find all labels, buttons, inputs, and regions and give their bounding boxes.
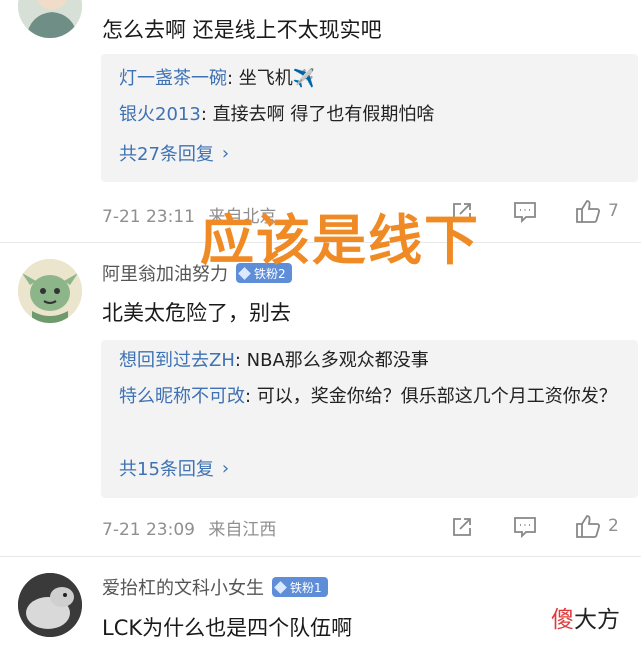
comment-icon	[514, 202, 536, 224]
username[interactable]: 爱抬杠的文科小女生	[102, 574, 264, 600]
like-button[interactable]: 2	[574, 513, 619, 539]
comment-meta: 7-21 23:09 来自江西	[102, 515, 276, 540]
fan-badge-label: 铁粉1	[290, 580, 322, 595]
avatar[interactable]	[18, 573, 82, 637]
reply-separator: :	[227, 68, 239, 89]
fan-badge: 铁粉1	[272, 577, 328, 597]
reply-text: NBA那么多观众都没事	[246, 350, 429, 371]
comment-time: 7-21 23:11	[102, 207, 195, 227]
avatar[interactable]	[18, 259, 82, 323]
comment-2: 阿里翁加油努力 铁粉2 北美太危险了，别去 想回到过去ZH: NBA那么多观众都…	[0, 243, 641, 555]
thumbs-up-icon	[576, 515, 601, 538]
chevron-right-icon: ›	[221, 457, 230, 479]
overlay-caption: 应该是线下	[200, 209, 480, 272]
comment-icon	[514, 517, 536, 539]
reply-button[interactable]	[512, 200, 538, 224]
reply-box[interactable]: 灯一盏茶一碗: 坐飞机✈️ 银火2013: 直接去啊 得了也有假期怕啥 共27条…	[101, 54, 638, 182]
reply-text: 坐飞机✈️	[238, 68, 316, 89]
reply-username[interactable]: 灯一盏茶一碗	[119, 68, 227, 89]
comment-text: 北美太危险了，别去	[102, 301, 291, 325]
reply-separator: :	[245, 386, 257, 407]
avatar[interactable]	[18, 0, 82, 38]
like-count: 7	[608, 201, 619, 221]
reply-separator: :	[200, 104, 213, 125]
comment-time: 7-21 23:09	[102, 520, 195, 540]
share-icon	[453, 518, 471, 536]
reply-box[interactable]: 想回到过去ZH: NBA那么多观众都没事 特么昵称不可改: 可以，奖金你给？俱乐…	[101, 340, 638, 498]
reply-item[interactable]: 特么昵称不可改: 可以，奖金你给？俱乐部这几个月工资你发？	[119, 382, 624, 412]
reply-username[interactable]: 想回到过去ZH	[119, 350, 235, 371]
more-replies-label[interactable]: 共15条回复	[119, 455, 214, 481]
more-replies-link[interactable]: 共15条回复 ›	[119, 455, 229, 481]
username-row: 爱抬杠的文科小女生 铁粉1	[102, 574, 328, 600]
watermark: 傻大方	[551, 600, 620, 634]
reply-button[interactable]	[512, 515, 538, 539]
watermark-rest: 大方	[574, 607, 620, 633]
chevron-right-icon: ›	[221, 142, 230, 164]
reply-separator: :	[234, 350, 247, 371]
like-button[interactable]: 7	[574, 198, 619, 224]
comment-3: 爱抬杠的文科小女生 铁粉1 LCK为什么也是四个队伍啊	[0, 557, 641, 655]
comment-text: LCK为什么也是四个队伍啊	[102, 616, 353, 640]
reply-username[interactable]: 银火2013	[119, 104, 201, 125]
reply-item[interactable]: 银火2013: 直接去啊 得了也有假期怕啥	[119, 100, 624, 130]
diamond-icon	[274, 580, 287, 594]
reply-item[interactable]: 想回到过去ZH: NBA那么多观众都没事	[119, 346, 624, 376]
like-count: 2	[608, 516, 619, 536]
more-replies-label[interactable]: 共27条回复	[119, 140, 214, 166]
comment-location: 来自江西	[208, 520, 277, 540]
reply-text: 直接去啊 得了也有假期怕啥	[212, 104, 435, 125]
thumbs-up-icon	[576, 200, 601, 223]
reply-item[interactable]: 灯一盏茶一碗: 坐飞机✈️	[119, 64, 624, 94]
more-replies-link[interactable]: 共27条回复 ›	[119, 140, 229, 166]
share-button[interactable]	[450, 515, 474, 539]
watermark-first: 傻	[551, 607, 574, 633]
reply-text: 可以，奖金你给？俱乐部这几个月工资你发？	[256, 386, 617, 407]
reply-username[interactable]: 特么昵称不可改	[119, 386, 245, 407]
comment-text: 怎么去啊 还是线上不太现实吧	[102, 18, 382, 42]
